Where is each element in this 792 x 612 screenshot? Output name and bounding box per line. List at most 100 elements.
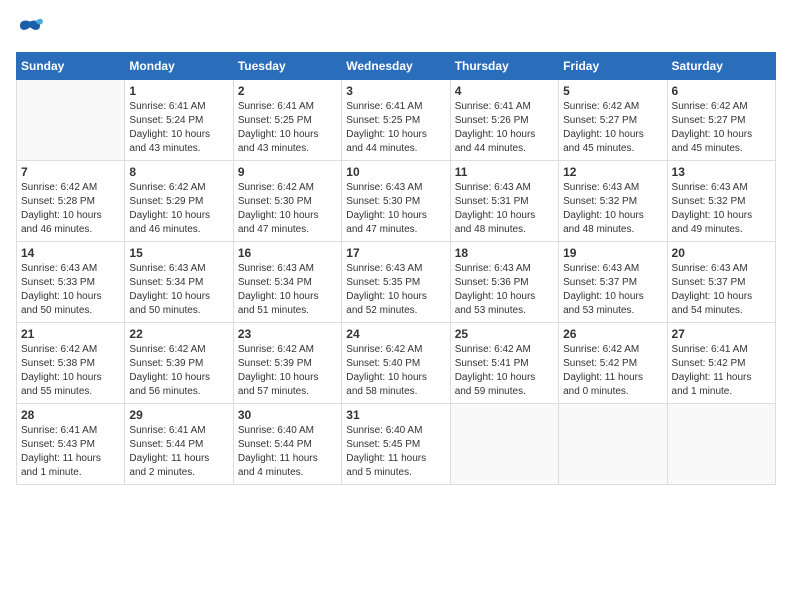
day-info: Sunrise: 6:43 AM Sunset: 5:34 PM Dayligh… bbox=[129, 262, 228, 318]
day-info: Sunrise: 6:42 AM Sunset: 5:39 PM Dayligh… bbox=[129, 343, 228, 399]
calendar-day-header: Friday bbox=[559, 53, 667, 80]
calendar-day-cell: 19Sunrise: 6:43 AM Sunset: 5:37 PM Dayli… bbox=[559, 242, 667, 323]
calendar-day-cell: 20 Sunrise: 6:43 AM Sunset: 5:37 PM Dayli… bbox=[667, 242, 775, 323]
page-header bbox=[16, 16, 776, 44]
day-number: 8 bbox=[129, 165, 228, 179]
calendar-day-cell: 31 Sunrise: 6:40 AM Sunset: 5:45 PM Dayli… bbox=[342, 404, 450, 485]
day-number: 11 bbox=[455, 165, 554, 179]
day-info: Sunrise: 6:42 AM Sunset: 5:39 PM Dayligh… bbox=[238, 343, 337, 399]
calendar-day-cell: 15 Sunrise: 6:43 AM Sunset: 5:34 PM Dayli… bbox=[125, 242, 233, 323]
day-info: Sunrise: 6:43 AM Sunset: 5:33 PM Dayligh… bbox=[21, 262, 120, 318]
calendar-day-cell: 3 Sunrise: 6:41 AM Sunset: 5:25 PM Daylig… bbox=[342, 80, 450, 161]
day-number: 12 bbox=[563, 165, 662, 179]
day-info: Sunrise: 6:41 AM Sunset: 5:25 PM Dayligh… bbox=[346, 100, 445, 156]
calendar-day-cell: 10 Sunrise: 6:43 AM Sunset: 5:30 PM Dayli… bbox=[342, 161, 450, 242]
logo-icon bbox=[16, 16, 44, 44]
day-number: 9 bbox=[238, 165, 337, 179]
day-number: 16 bbox=[238, 246, 337, 260]
calendar-day-cell: 1 Sunrise: 6:41 AM Sunset: 5:24 PM Daylig… bbox=[125, 80, 233, 161]
calendar-day-cell: 9 Sunrise: 6:42 AM Sunset: 5:30 PM Daylig… bbox=[233, 161, 341, 242]
day-number: 20 bbox=[672, 246, 771, 260]
day-info: Sunrise: 6:43 AM Sunset: 5:35 PM Dayligh… bbox=[346, 262, 445, 318]
calendar-day-cell: 14 Sunrise: 6:43 AM Sunset: 5:33 PM Dayli… bbox=[17, 242, 125, 323]
calendar-day-cell: 6 Sunrise: 6:42 AM Sunset: 5:27 PM Daylig… bbox=[667, 80, 775, 161]
day-info: Sunrise: 6:42 AM Sunset: 5:29 PM Dayligh… bbox=[129, 181, 228, 237]
calendar-day-header: Thursday bbox=[450, 53, 558, 80]
calendar-day-cell: 17 Sunrise: 6:43 AM Sunset: 5:35 PM Dayli… bbox=[342, 242, 450, 323]
calendar-day-cell: 23 Sunrise: 6:42 AM Sunset: 5:39 PM Dayli… bbox=[233, 323, 341, 404]
day-info: Sunrise: 6:43 AM Sunset: 5:31 PM Dayligh… bbox=[455, 181, 554, 237]
day-info: Sunrise: 6:41 AM Sunset: 5:24 PM Dayligh… bbox=[129, 100, 228, 156]
calendar-day-cell: 30 Sunrise: 6:40 AM Sunset: 5:44 PM Dayli… bbox=[233, 404, 341, 485]
day-info: Sunrise: 6:42 AM Sunset: 5:42 PM Dayligh… bbox=[563, 343, 662, 399]
day-number: 15 bbox=[129, 246, 228, 260]
calendar-day-cell: 27Sunrise: 6:41 AM Sunset: 5:42 PM Dayli… bbox=[667, 323, 775, 404]
day-info: Sunrise: 6:43 AM Sunset: 5:37 PM Dayligh… bbox=[672, 262, 771, 318]
day-number: 22 bbox=[129, 327, 228, 341]
day-number: 31 bbox=[346, 408, 445, 422]
calendar-day-cell: 2Sunrise: 6:41 AM Sunset: 5:25 PM Daylig… bbox=[233, 80, 341, 161]
day-number: 30 bbox=[238, 408, 337, 422]
day-info: Sunrise: 6:42 AM Sunset: 5:28 PM Dayligh… bbox=[21, 181, 120, 237]
calendar-day-cell bbox=[667, 404, 775, 485]
day-info: Sunrise: 6:42 AM Sunset: 5:30 PM Dayligh… bbox=[238, 181, 337, 237]
calendar-day-cell: 25 Sunrise: 6:42 AM Sunset: 5:41 PM Dayli… bbox=[450, 323, 558, 404]
calendar-day-header: Monday bbox=[125, 53, 233, 80]
day-number: 6 bbox=[672, 84, 771, 98]
day-number: 2 bbox=[238, 84, 337, 98]
day-number: 19 bbox=[563, 246, 662, 260]
calendar-table: SundayMondayTuesdayWednesdayThursdayFrid… bbox=[16, 52, 776, 485]
calendar-day-cell: 26Sunrise: 6:42 AM Sunset: 5:42 PM Dayli… bbox=[559, 323, 667, 404]
calendar-day-cell: 21Sunrise: 6:42 AM Sunset: 5:38 PM Dayli… bbox=[17, 323, 125, 404]
day-number: 1 bbox=[129, 84, 228, 98]
calendar-day-cell bbox=[17, 80, 125, 161]
calendar-week-row: 28 Sunrise: 6:41 AM Sunset: 5:43 PM Dayli… bbox=[17, 404, 776, 485]
day-info: Sunrise: 6:43 AM Sunset: 5:32 PM Dayligh… bbox=[563, 181, 662, 237]
day-number: 28 bbox=[21, 408, 120, 422]
day-info: Sunrise: 6:41 AM Sunset: 5:43 PM Dayligh… bbox=[21, 424, 120, 480]
day-number: 23 bbox=[238, 327, 337, 341]
day-info: Sunrise: 6:42 AM Sunset: 5:41 PM Dayligh… bbox=[455, 343, 554, 399]
calendar-day-cell: 13Sunrise: 6:43 AM Sunset: 5:32 PM Dayli… bbox=[667, 161, 775, 242]
day-number: 29 bbox=[129, 408, 228, 422]
day-info: Sunrise: 6:42 AM Sunset: 5:27 PM Dayligh… bbox=[563, 100, 662, 156]
day-info: Sunrise: 6:43 AM Sunset: 5:34 PM Dayligh… bbox=[238, 262, 337, 318]
calendar-day-cell: 12 Sunrise: 6:43 AM Sunset: 5:32 PM Dayli… bbox=[559, 161, 667, 242]
day-info: Sunrise: 6:42 AM Sunset: 5:27 PM Dayligh… bbox=[672, 100, 771, 156]
calendar-week-row: 1 Sunrise: 6:41 AM Sunset: 5:24 PM Daylig… bbox=[17, 80, 776, 161]
calendar-week-row: 14 Sunrise: 6:43 AM Sunset: 5:33 PM Dayli… bbox=[17, 242, 776, 323]
day-info: Sunrise: 6:40 AM Sunset: 5:45 PM Dayligh… bbox=[346, 424, 445, 480]
day-number: 7 bbox=[21, 165, 120, 179]
day-number: 24 bbox=[346, 327, 445, 341]
day-info: Sunrise: 6:41 AM Sunset: 5:44 PM Dayligh… bbox=[129, 424, 228, 480]
calendar-day-cell: 18 Sunrise: 6:43 AM Sunset: 5:36 PM Dayli… bbox=[450, 242, 558, 323]
day-number: 3 bbox=[346, 84, 445, 98]
day-info: Sunrise: 6:43 AM Sunset: 5:30 PM Dayligh… bbox=[346, 181, 445, 237]
day-number: 17 bbox=[346, 246, 445, 260]
logo bbox=[16, 16, 48, 44]
day-number: 14 bbox=[21, 246, 120, 260]
day-info: Sunrise: 6:43 AM Sunset: 5:36 PM Dayligh… bbox=[455, 262, 554, 318]
calendar-day-cell bbox=[559, 404, 667, 485]
calendar-day-cell: 29 Sunrise: 6:41 AM Sunset: 5:44 PM Dayli… bbox=[125, 404, 233, 485]
day-number: 25 bbox=[455, 327, 554, 341]
calendar-day-header: Sunday bbox=[17, 53, 125, 80]
calendar-day-cell: 5 Sunrise: 6:42 AM Sunset: 5:27 PM Daylig… bbox=[559, 80, 667, 161]
day-number: 21 bbox=[21, 327, 120, 341]
day-info: Sunrise: 6:43 AM Sunset: 5:32 PM Dayligh… bbox=[672, 181, 771, 237]
calendar-week-row: 7 Sunrise: 6:42 AM Sunset: 5:28 PM Daylig… bbox=[17, 161, 776, 242]
calendar-day-cell: 24Sunrise: 6:42 AM Sunset: 5:40 PM Dayli… bbox=[342, 323, 450, 404]
day-info: Sunrise: 6:41 AM Sunset: 5:26 PM Dayligh… bbox=[455, 100, 554, 156]
day-info: Sunrise: 6:40 AM Sunset: 5:44 PM Dayligh… bbox=[238, 424, 337, 480]
day-number: 10 bbox=[346, 165, 445, 179]
calendar-week-row: 21Sunrise: 6:42 AM Sunset: 5:38 PM Dayli… bbox=[17, 323, 776, 404]
day-number: 4 bbox=[455, 84, 554, 98]
day-number: 5 bbox=[563, 84, 662, 98]
calendar-day-header: Saturday bbox=[667, 53, 775, 80]
calendar-day-cell: 7 Sunrise: 6:42 AM Sunset: 5:28 PM Daylig… bbox=[17, 161, 125, 242]
day-number: 18 bbox=[455, 246, 554, 260]
day-info: Sunrise: 6:41 AM Sunset: 5:42 PM Dayligh… bbox=[672, 343, 771, 399]
calendar-day-cell: 22 Sunrise: 6:42 AM Sunset: 5:39 PM Dayli… bbox=[125, 323, 233, 404]
calendar-day-cell: 16 Sunrise: 6:43 AM Sunset: 5:34 PM Dayli… bbox=[233, 242, 341, 323]
calendar-day-cell: 4 Sunrise: 6:41 AM Sunset: 5:26 PM Daylig… bbox=[450, 80, 558, 161]
